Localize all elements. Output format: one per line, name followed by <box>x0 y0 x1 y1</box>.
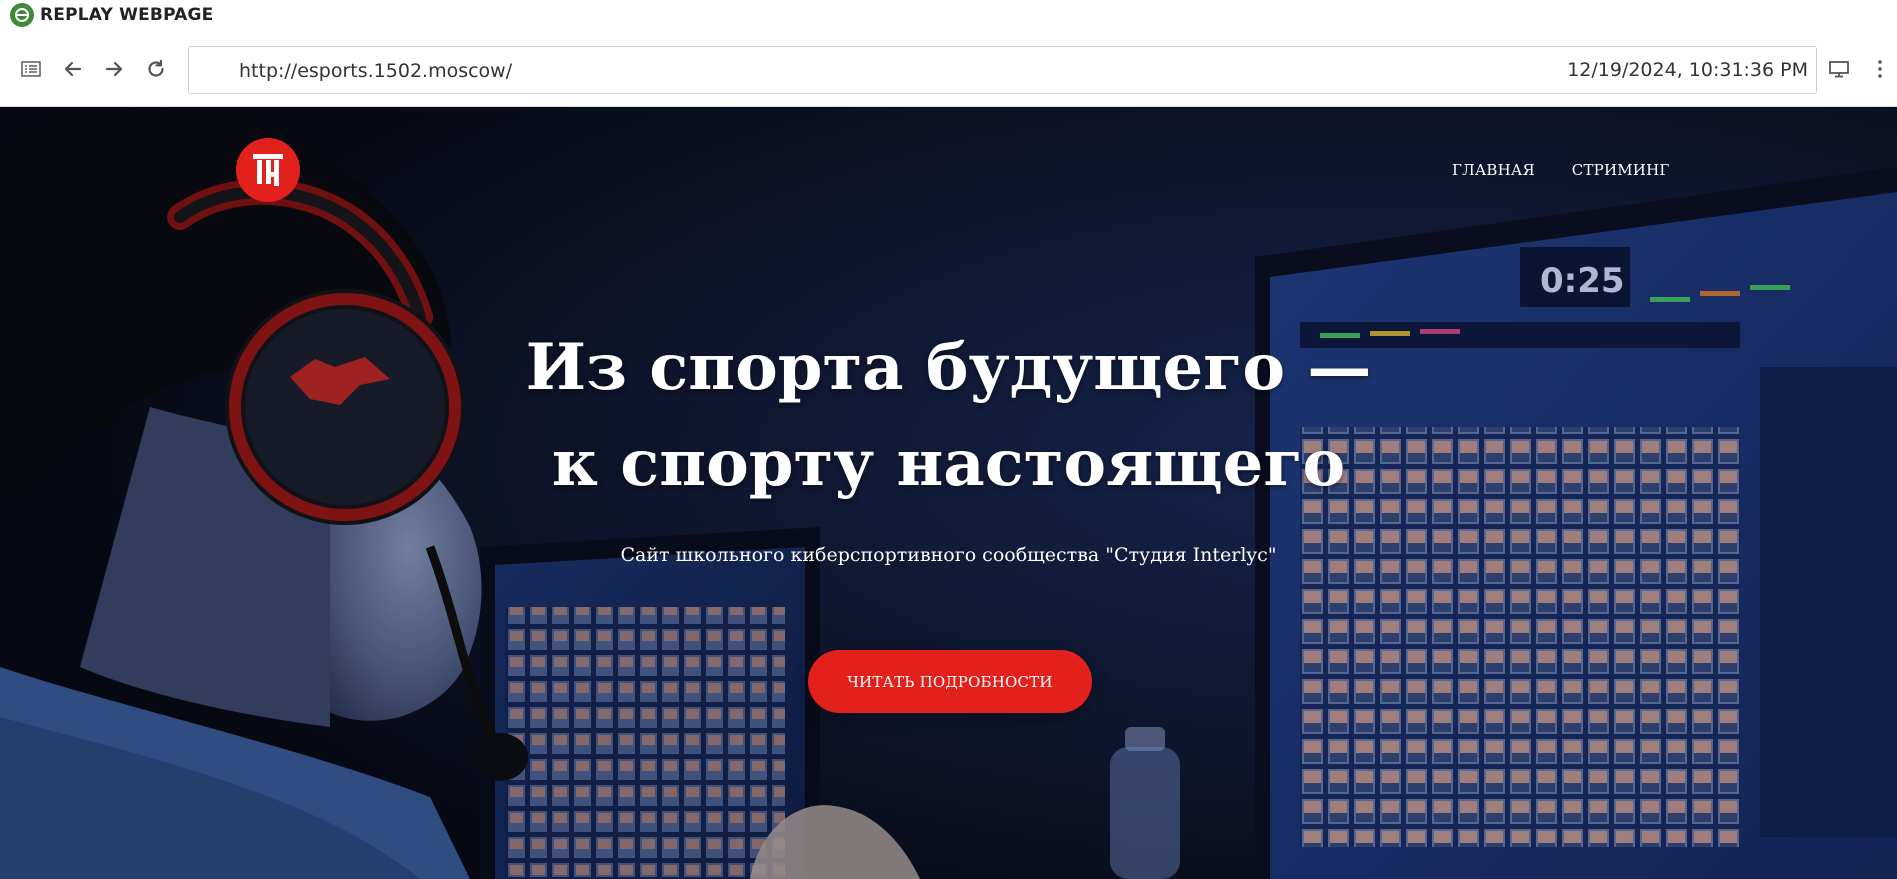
url-text[interactable]: http://esports.1502.moscow/ <box>239 60 512 82</box>
back-arrow-icon[interactable] <box>59 55 87 83</box>
browser-toolbar: http://esports.1502.moscow/ 12/19/2024, … <box>0 30 1897 107</box>
nav-link-streaming[interactable]: СТРИМИНГ <box>1572 161 1670 179</box>
read-more-button[interactable]: ЧИТАТЬ ПОДРОБНОСТИ <box>808 650 1092 713</box>
hero-section: 0:25 ГЛАВНАЯ СТРИМИНГ Из спорта будущего… <box>0 107 1897 879</box>
forward-arrow-icon[interactable] <box>100 55 128 83</box>
monitor-icon[interactable] <box>1825 55 1853 83</box>
replay-banner: REPLAY WEBPAGE <box>0 0 1897 30</box>
headline-line-2: к спорту настоящего <box>551 426 1346 501</box>
replay-title: REPLAY WEBPAGE <box>40 5 214 25</box>
reload-icon[interactable] <box>142 55 170 83</box>
list-icon[interactable] <box>17 55 45 83</box>
more-vertical-icon[interactable] <box>1869 55 1891 83</box>
site-nav: ГЛАВНАЯ СТРИМИНГ <box>1452 161 1670 179</box>
nav-link-home[interactable]: ГЛАВНАЯ <box>1452 161 1535 179</box>
hero-subtitle: Сайт школьного киберспортивного сообщест… <box>620 544 1277 566</box>
address-bar[interactable]: http://esports.1502.moscow/ 12/19/2024, … <box>188 46 1817 94</box>
site-logo-icon[interactable] <box>236 138 300 202</box>
logo-mark-icon <box>253 154 283 186</box>
capture-timestamp: 12/19/2024, 10:31:36 PM <box>1567 59 1808 81</box>
globe-icon <box>10 3 34 27</box>
headline-line-1: Из спорта будущего — <box>525 330 1372 405</box>
hero-headline: Из спорта будущего — к спорту настоящего <box>0 320 1897 512</box>
